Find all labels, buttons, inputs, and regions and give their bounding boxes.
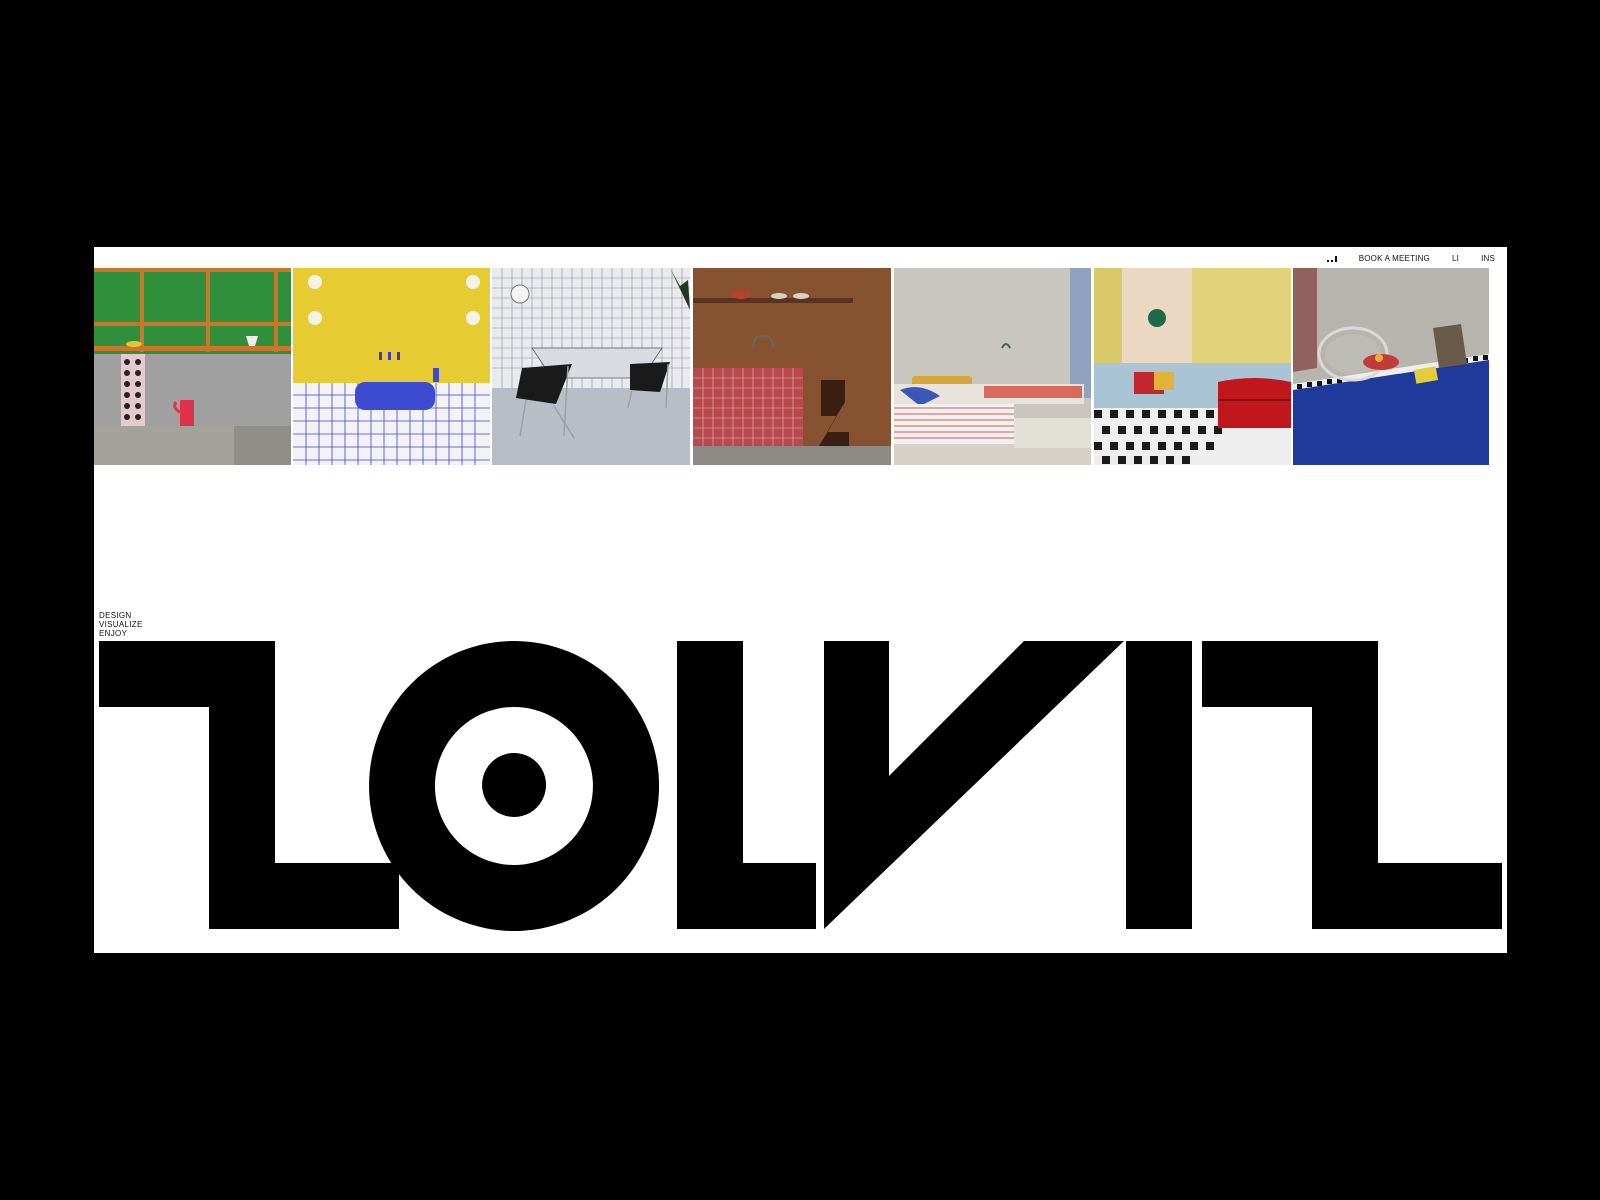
site-page: BOOK A MEETING LI INS DESIGN VISUALIZE E…	[94, 247, 1507, 953]
instagram-link[interactable]: INS	[1481, 254, 1495, 263]
gallery-tile-checker-floor-sofa[interactable]	[1094, 268, 1291, 465]
green-shelf-kitchen-image	[94, 268, 291, 465]
gallery-tile-grid-tile-chairs[interactable]	[492, 268, 690, 465]
tagline-design: DESIGN	[99, 611, 132, 620]
project-gallery	[94, 268, 1507, 465]
gallery-tile-brown-kitchen[interactable]	[693, 268, 891, 465]
tagline-visualize: VISUALIZE	[99, 620, 143, 629]
gallery-tile-green-shelf-kitchen[interactable]	[94, 268, 291, 465]
linkedin-link[interactable]: LI	[1452, 254, 1459, 263]
top-navigation: BOOK A MEETING LI INS	[1326, 247, 1507, 269]
brown-kitchen-image	[693, 268, 891, 465]
signal-bars-icon[interactable]	[1326, 254, 1337, 262]
checker-floor-sofa-image	[1094, 268, 1291, 465]
bedroom-image	[894, 268, 1091, 465]
grid-tile-chairs-image	[492, 268, 690, 465]
blue-floor-chair-image	[1293, 268, 1489, 465]
zolviz-wordmark-logo[interactable]	[94, 641, 1507, 951]
tagline-enjoy: ENJOY	[99, 629, 128, 638]
yellow-bathroom-image	[293, 268, 490, 465]
book-meeting-link[interactable]: BOOK A MEETING	[1359, 254, 1430, 263]
zolviz-logo-icon	[99, 641, 1502, 931]
gallery-tile-blue-floor-chair[interactable]	[1293, 268, 1489, 465]
gallery-tile-yellow-bathroom-sink[interactable]	[293, 268, 490, 465]
gallery-tile-bedroom[interactable]	[894, 268, 1091, 465]
tagline: DESIGN VISUALIZE ENJOY	[99, 611, 143, 638]
